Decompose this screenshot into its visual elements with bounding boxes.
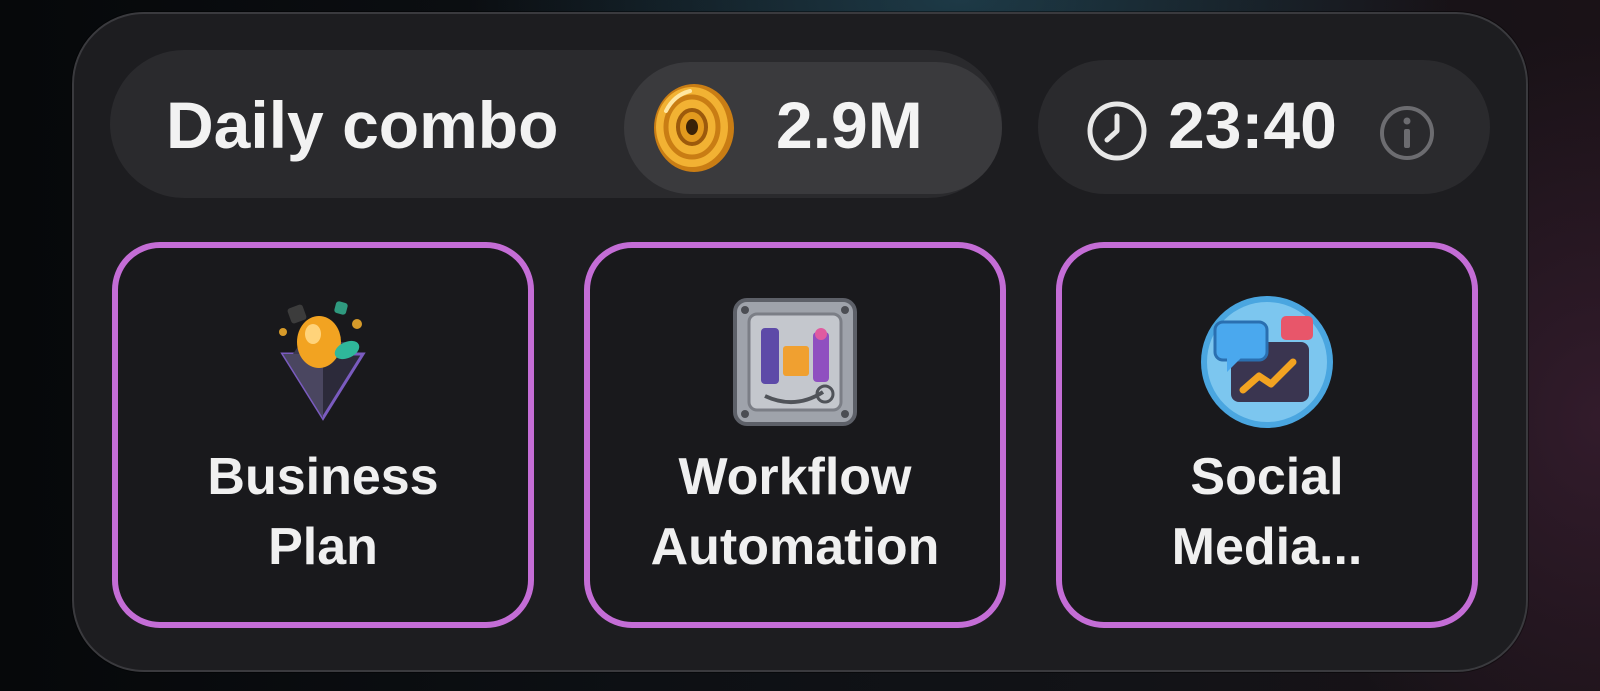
workflow-machine-icon bbox=[733, 298, 857, 426]
combo-card-label: Workflow Automation bbox=[650, 448, 940, 576]
combo-card-social-media[interactable]: Social Media... bbox=[1056, 242, 1478, 628]
combo-card-label: Social Media... bbox=[1171, 448, 1363, 576]
combo-card-business-plan[interactable]: Business Plan bbox=[112, 242, 534, 628]
coin-icon bbox=[654, 84, 734, 172]
reward-amount: 2.9M bbox=[776, 88, 923, 162]
daily-combo-title: Daily combo bbox=[166, 88, 559, 162]
chat-bubbles-chart-icon bbox=[1201, 296, 1333, 428]
combo-card-label: Business Plan bbox=[207, 448, 439, 576]
combo-card-workflow-automation[interactable]: Workflow Automation bbox=[584, 242, 1006, 628]
info-icon[interactable] bbox=[1378, 104, 1436, 162]
timer-countdown: 23:40 bbox=[1168, 88, 1337, 162]
diamond-egg-icon bbox=[279, 301, 366, 421]
clock-icon bbox=[1087, 101, 1147, 161]
